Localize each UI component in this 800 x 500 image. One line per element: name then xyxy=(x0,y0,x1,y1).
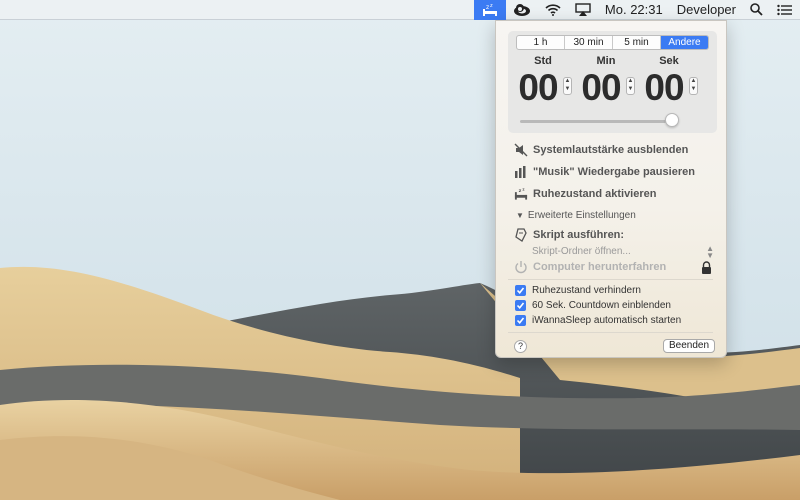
minutes-label: Min xyxy=(596,55,616,67)
wifi-icon[interactable] xyxy=(538,0,568,20)
spotlight-search-icon[interactable] xyxy=(743,0,770,20)
bed-icon: z z xyxy=(482,3,497,16)
timer-slider-knob[interactable] xyxy=(665,113,679,127)
shutdown-row: Computer herunterfahren xyxy=(514,260,666,274)
preset-30min[interactable]: 30 min xyxy=(565,36,613,49)
preset-segmented-control: 1 h 30 min 5 min Andere xyxy=(516,35,709,50)
svg-text:z: z xyxy=(486,4,489,11)
svg-text:z: z xyxy=(490,3,493,9)
checkmark-icon xyxy=(516,302,525,310)
chevron-up-icon[interactable]: ▲ xyxy=(564,78,571,86)
script-icon xyxy=(514,228,528,242)
autostart-checkbox-row[interactable]: iWannaSleep automatisch starten xyxy=(515,315,681,326)
select-arrows-icon: ▲ ▼ xyxy=(706,244,714,260)
run-script-label: Skript ausführen: xyxy=(533,229,625,241)
mute-volume-label: Systemlautstärke ausblenden xyxy=(533,144,689,156)
autostart-label: iWannaSleep automatisch starten xyxy=(532,315,682,326)
chevron-down-icon[interactable]: ▼ xyxy=(690,86,697,94)
advanced-settings-disclosure[interactable]: ▼ Erweiterte Einstellungen xyxy=(516,210,636,221)
help-button[interactable]: ? xyxy=(514,340,527,353)
seconds-column: Sek 00 ▲ ▼ xyxy=(638,55,700,108)
hours-value[interactable]: 00 xyxy=(512,68,564,108)
power-icon xyxy=(514,260,528,274)
minutes-column: Min 00 ▲ ▼ xyxy=(575,55,637,108)
hours-column: Std 00 ▲ ▼ xyxy=(512,55,574,108)
svg-text:z: z xyxy=(522,187,524,191)
script-folder-select-value: Skript-Ordner öffnen... xyxy=(532,246,631,257)
seconds-label: Sek xyxy=(659,55,679,67)
chevron-up-icon[interactable]: ▲ xyxy=(627,78,634,86)
prevent-sleep-checkbox[interactable] xyxy=(515,285,526,296)
preset-andere[interactable]: Andere xyxy=(661,36,708,49)
iwannasleep-panel: 1 h 30 min 5 min Andere Std 00 ▲ ▼ Min 0… xyxy=(495,20,727,358)
menu-bar: z z Mo. 22:31 Developer xyxy=(0,0,800,20)
countdown-checkbox-row[interactable]: 60 Sek. Countdown einblenden xyxy=(515,300,671,311)
minutes-stepper[interactable]: ▲ ▼ xyxy=(626,77,635,95)
chevron-up-icon[interactable]: ▲ xyxy=(690,78,697,86)
preset-5min[interactable]: 5 min xyxy=(613,36,661,49)
chevron-down-icon[interactable]: ▼ xyxy=(564,86,571,94)
hours-stepper[interactable]: ▲ ▼ xyxy=(563,77,572,95)
countdown-checkbox[interactable] xyxy=(515,300,526,311)
activate-sleep-label: Ruhezustand aktivieren xyxy=(533,188,657,200)
timer-slider-track[interactable] xyxy=(520,120,666,123)
airplay-icon[interactable] xyxy=(568,0,598,20)
music-bars-icon xyxy=(514,165,528,179)
menubar-clock[interactable]: Mo. 22:31 xyxy=(598,0,670,20)
quit-button[interactable]: Beenden xyxy=(663,339,715,353)
checkmark-icon xyxy=(516,317,525,325)
mute-volume-row[interactable]: Systemlautstärke ausblenden xyxy=(514,143,688,157)
checkmark-icon xyxy=(516,287,525,295)
pause-music-label: "Musik" Wiedergabe pausieren xyxy=(533,166,695,178)
hours-label: Std xyxy=(534,55,552,67)
activate-sleep-row[interactable]: z z Ruhezustand aktivieren xyxy=(514,187,656,201)
svg-text:z: z xyxy=(519,189,522,194)
countdown-label: 60 Sek. Countdown einblenden xyxy=(532,300,671,311)
disclosure-triangle-icon: ▼ xyxy=(516,211,524,220)
seconds-stepper[interactable]: ▲ ▼ xyxy=(689,77,698,95)
prevent-sleep-label: Ruhezustand verhindern xyxy=(532,285,641,296)
divider xyxy=(508,279,713,280)
iwannasleep-menubar-icon[interactable]: z z xyxy=(473,0,506,20)
preset-1h[interactable]: 1 h xyxy=(517,36,565,49)
notification-center-icon[interactable] xyxy=(770,0,800,20)
script-folder-select[interactable]: Skript-Ordner öffnen... ▲ ▼ xyxy=(532,244,714,260)
run-script-row: Skript ausführen: xyxy=(514,228,624,242)
pause-music-row[interactable]: "Musik" Wiedergabe pausieren xyxy=(514,165,695,179)
autostart-checkbox[interactable] xyxy=(515,315,526,326)
menubar-user[interactable]: Developer xyxy=(670,0,743,20)
divider xyxy=(508,332,713,333)
bed-icon: z z xyxy=(514,187,528,201)
chevron-down-icon[interactable]: ▼ xyxy=(627,86,634,94)
speaker-muted-icon xyxy=(514,143,528,157)
lock-icon[interactable] xyxy=(701,261,712,279)
minutes-value[interactable]: 00 xyxy=(575,68,627,108)
timer-box: 1 h 30 min 5 min Andere Std 00 ▲ ▼ Min 0… xyxy=(508,31,717,133)
seconds-value[interactable]: 00 xyxy=(638,68,690,108)
prevent-sleep-checkbox-row[interactable]: Ruhezustand verhindern xyxy=(515,285,641,296)
advanced-settings-label: Erweiterte Einstellungen xyxy=(527,210,636,221)
shutdown-label: Computer herunterfahren xyxy=(533,261,667,273)
creative-cloud-icon[interactable] xyxy=(506,0,538,20)
